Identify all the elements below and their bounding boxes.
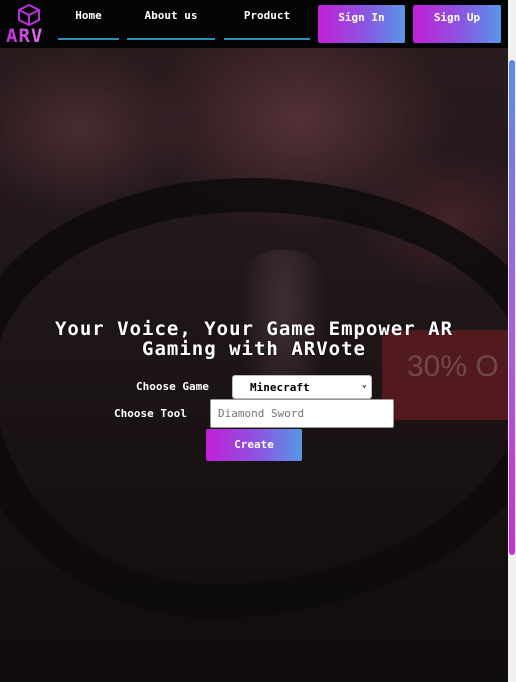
choose-tool-label: Choose Tool (114, 407, 187, 420)
nav-about-link[interactable]: About us (127, 6, 215, 40)
nav-home-link[interactable]: Home (58, 6, 119, 40)
sign-up-button[interactable]: Sign Up (413, 5, 501, 43)
navbar: ARV Home About us Product Sign In Sign U… (0, 0, 508, 48)
cube-icon (18, 4, 40, 26)
sign-in-button[interactable]: Sign In (318, 5, 405, 43)
create-button[interactable]: Create (206, 429, 302, 461)
nav-product-link[interactable]: Product (224, 6, 310, 40)
game-select[interactable]: Minecraft ⌄ (232, 375, 372, 399)
scrollbar-thumb[interactable] (509, 60, 515, 555)
game-select-value: Minecraft (250, 381, 310, 394)
page-scrollbar[interactable] (508, 0, 516, 682)
hero-title: Your Voice, Your Game Empower AR Gaming … (54, 318, 454, 360)
tool-input[interactable] (210, 399, 394, 428)
chevron-down-icon: ⌄ (361, 380, 367, 390)
choose-game-label: Choose Game (136, 380, 209, 393)
logo-text: ARV (6, 25, 44, 47)
logo[interactable]: ARV (4, 2, 54, 47)
